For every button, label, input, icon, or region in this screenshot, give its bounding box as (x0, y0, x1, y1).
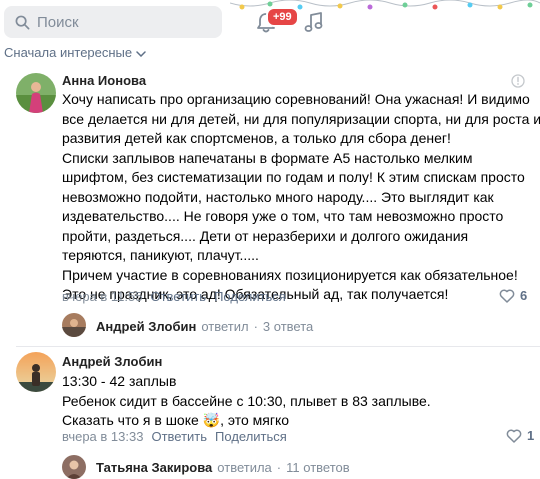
comment-line: издевательство.... Не говоря уже о том, … (62, 208, 504, 224)
sort-label: Сначала интересные (4, 45, 133, 60)
comment-line: Сказать что я в шоке 🤯, это мягко (62, 412, 290, 428)
comment-line: теряются, паникуют, плачут..... (62, 247, 259, 263)
reply-button[interactable]: Ответить (150, 289, 206, 304)
top-bar: Поиск +99 (0, 0, 540, 42)
heart-icon (506, 428, 522, 443)
share-button[interactable]: Поделиться (215, 429, 287, 444)
comment-line: все делается ни для детей, ни для популя… (62, 110, 540, 127)
comment-author[interactable]: Анна Ионова (62, 73, 146, 88)
more-info-icon[interactable] (511, 74, 525, 88)
thread-count[interactable]: 11 ответов (286, 460, 350, 475)
thread-count[interactable]: 3 ответа (263, 319, 313, 334)
like-count: 1 (527, 428, 535, 443)
thread-verb: ответила (217, 460, 272, 475)
comment-line: пройти, раздеться.... Дети от неразберих… (62, 227, 469, 244)
divider (16, 346, 540, 347)
replies-thread[interactable]: Татьяна Закирова ответила · 11 ответов (86, 460, 350, 475)
like-button[interactable]: 1 (506, 428, 534, 443)
comment-line: развития детей как спортсменов, а только… (62, 130, 451, 146)
comment-line: 13:30 - 42 заплыв (62, 373, 177, 389)
comment-author[interactable]: Андрей Злобин (62, 354, 162, 369)
avatar[interactable] (62, 455, 86, 479)
replies-thread[interactable]: Андрей Злобин ответил · 3 ответа (86, 319, 313, 334)
comment-line: Списки заплывов напечатаны в формате А5 … (62, 149, 473, 166)
like-button[interactable]: 6 (499, 288, 527, 303)
like-count: 6 (520, 288, 528, 303)
notifications-badge: +99 (266, 7, 299, 27)
heart-icon (499, 288, 515, 303)
avatar[interactable] (62, 313, 86, 337)
thread-verb: ответил (201, 319, 249, 334)
comment-line: Ребенок сидит в бассейне с 10:30, плывет… (62, 392, 431, 409)
search-input[interactable]: Поиск (4, 6, 222, 38)
search-icon (15, 15, 30, 29)
comment-line: шрифтом, без систематизации по годам и п… (62, 169, 525, 185)
sort-dropdown[interactable]: Сначала интересные (4, 45, 146, 60)
avatar[interactable] (16, 352, 56, 392)
thread-author[interactable]: Андрей Злобин (96, 319, 196, 334)
comment-line: Причем участие в соревнованиях позициони… (62, 266, 518, 283)
comment-time[interactable]: вчера в 13:33 (62, 429, 143, 444)
comment-meta: вчера в 11:55 Ответить Поделиться (62, 289, 286, 304)
thread-dot: · (253, 319, 258, 334)
music-icon[interactable] (304, 11, 324, 33)
thread-dot: · (276, 460, 282, 475)
comment-line: Хочу написать про организацию соревнован… (62, 91, 530, 107)
comment-line: невозможно подойти, настолько много наро… (62, 188, 494, 205)
comment-meta: вчера в 13:33 Ответить Поделиться (62, 429, 287, 444)
comment-time[interactable]: вчера в 11:55 (62, 289, 142, 304)
avatar[interactable] (16, 73, 56, 113)
thread-author[interactable]: Татьяна Закирова (96, 460, 212, 475)
reply-button[interactable]: Ответить (151, 429, 207, 444)
chevron-down-icon (136, 50, 146, 57)
share-button[interactable]: Поделиться (214, 289, 286, 304)
search-placeholder: Поиск (37, 13, 79, 31)
